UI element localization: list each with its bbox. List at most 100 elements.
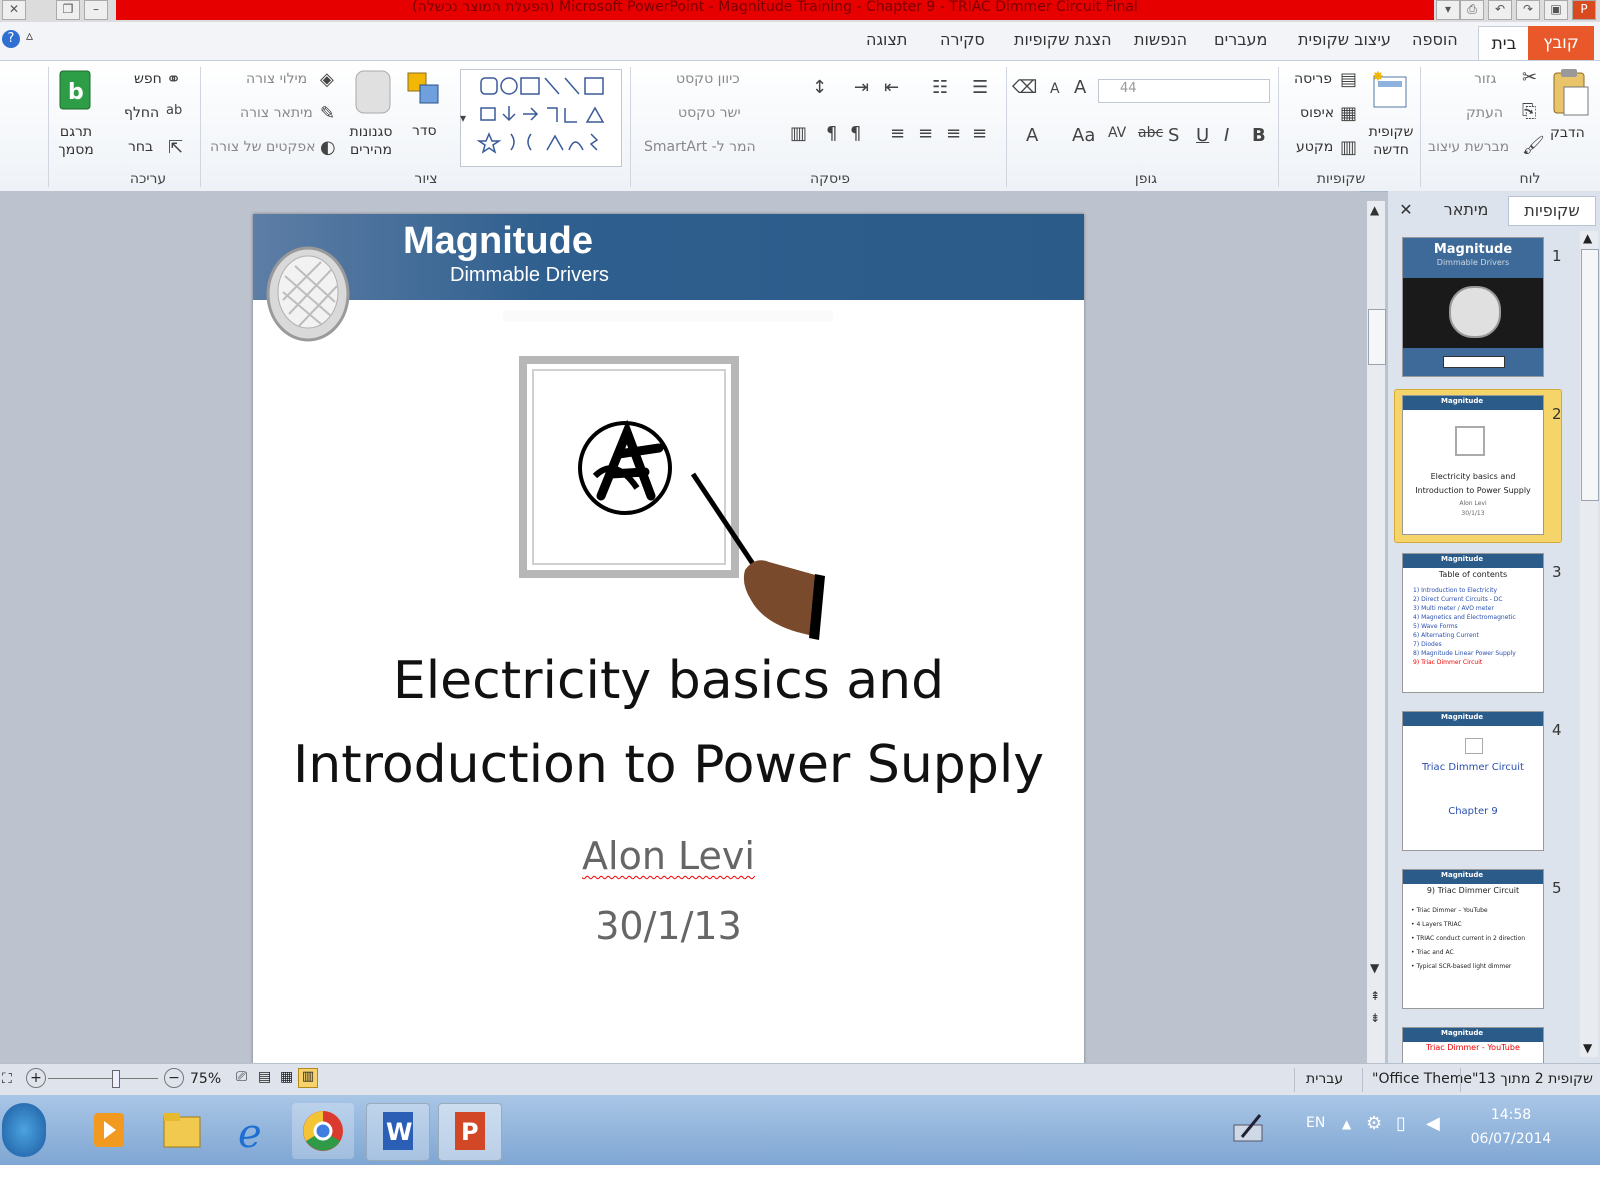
- zoom-slider-thumb[interactable]: [112, 1070, 120, 1088]
- rtl-icon[interactable]: ¶: [850, 123, 861, 144]
- text-direction-button[interactable]: כיוון טקסט: [676, 71, 740, 87]
- arrange-button[interactable]: סדר: [412, 123, 437, 139]
- clock-date[interactable]: 06/07/2014: [1466, 1131, 1556, 1147]
- find-button[interactable]: חפש: [134, 71, 162, 87]
- tab-insert[interactable]: הוספה: [1412, 30, 1458, 49]
- ltr-icon[interactable]: ¶: [826, 123, 837, 144]
- pane-scroll-up-icon[interactable]: ▲: [1583, 231, 1592, 245]
- bold-button[interactable]: B: [1252, 125, 1266, 146]
- reading-view-icon[interactable]: ▤: [258, 1069, 271, 1085]
- strikethrough-icon[interactable]: abc: [1138, 125, 1163, 141]
- undo-icon[interactable]: ↶: [1488, 0, 1512, 20]
- help-icon[interactable]: ?: [2, 30, 20, 48]
- align-text-button[interactable]: ישר טקסט: [678, 105, 741, 121]
- clear-format-icon[interactable]: ⌫: [1012, 77, 1037, 98]
- paste-button[interactable]: הדבק: [1550, 125, 1585, 141]
- shrink-font-icon[interactable]: A: [1050, 81, 1060, 97]
- internet-explorer-icon[interactable]: e: [222, 1103, 284, 1159]
- replace-button[interactable]: החלף: [124, 105, 159, 121]
- close-button[interactable]: ✕: [2, 0, 26, 20]
- reset-button[interactable]: איפוס: [1300, 105, 1334, 121]
- scroll-up-icon[interactable]: ▲: [1370, 203, 1379, 217]
- minimize-ribbon-icon[interactable]: ▵: [26, 28, 33, 44]
- customize-qat-icon[interactable]: ▾: [1436, 0, 1460, 20]
- clock-time[interactable]: 14:58: [1476, 1107, 1546, 1123]
- tab-slides-pane[interactable]: שקופיות: [1508, 196, 1596, 226]
- print-preview-icon[interactable]: ⎙: [1460, 0, 1484, 20]
- restore-button[interactable]: ❐: [56, 0, 80, 20]
- tab-outline-pane[interactable]: מיתאר: [1428, 196, 1504, 224]
- font-color-button[interactable]: A: [1026, 125, 1038, 146]
- tab-home[interactable]: בית: [1478, 26, 1530, 61]
- gallery-scroll-icon[interactable]: ▾: [460, 111, 466, 125]
- sorter-view-icon[interactable]: ▦: [280, 1069, 293, 1085]
- start-button-icon[interactable]: [2, 1103, 46, 1157]
- shapes-gallery[interactable]: [460, 69, 622, 167]
- numbering-icon[interactable]: ☷: [932, 77, 948, 98]
- previous-slide-icon[interactable]: ⇞: [1370, 989, 1380, 1003]
- show-hidden-icons-icon[interactable]: ▲: [1342, 1117, 1351, 1131]
- shadow-button[interactable]: S: [1168, 125, 1179, 146]
- input-language[interactable]: EN: [1306, 1115, 1325, 1131]
- redo-icon[interactable]: ↷: [1516, 0, 1540, 20]
- slide-thumbnail-4[interactable]: Magnitude Triac Dimmer Circuit Chapter 9…: [1402, 711, 1562, 851]
- slide-date[interactable]: 30/1/13: [253, 904, 1084, 948]
- paste-icon[interactable]: [1548, 67, 1592, 119]
- slide-thumbnail-5[interactable]: Magnitude 9) Triac Dimmer Circuit • Tria…: [1402, 869, 1562, 1009]
- slide-thumbnail-3[interactable]: Magnitude Table of contents 1) Introduct…: [1402, 553, 1562, 693]
- char-spacing-icon[interactable]: AV: [1108, 125, 1126, 141]
- volume-icon[interactable]: ◀: [1426, 1113, 1440, 1134]
- tab-view[interactable]: תצוגה: [866, 30, 907, 49]
- zoom-slider[interactable]: [48, 1078, 158, 1079]
- tab-animations[interactable]: הנפשות: [1134, 30, 1187, 49]
- normal-view-icon[interactable]: ▥: [298, 1068, 318, 1088]
- new-slide-button[interactable]: שקופית חדשה: [1364, 123, 1418, 159]
- fit-to-window-icon[interactable]: ⛶: [2, 1071, 12, 1087]
- pane-scroll-down-icon[interactable]: ▼: [1583, 1041, 1592, 1055]
- pane-scroll-thumb[interactable]: [1581, 249, 1599, 501]
- powerpoint-app-icon[interactable]: P: [1572, 0, 1596, 20]
- slide-title[interactable]: Electricity basics and Introduction to P…: [253, 639, 1084, 807]
- format-painter-button[interactable]: מברשת עיצוב: [1428, 139, 1509, 155]
- select-button[interactable]: בחר: [128, 139, 153, 155]
- align-justify-icon[interactable]: ≡: [972, 123, 987, 144]
- save-icon[interactable]: ▣: [1544, 0, 1568, 20]
- slide-thumbnail-1[interactable]: Magnitude Dimmable Drivers 1: [1402, 237, 1562, 377]
- change-case-button[interactable]: Aa: [1072, 125, 1095, 146]
- scroll-down-icon[interactable]: ▼: [1370, 961, 1379, 975]
- italic-button[interactable]: I: [1224, 125, 1229, 146]
- file-explorer-icon[interactable]: [150, 1103, 212, 1159]
- shape-effects-button[interactable]: אפקטים של צורה: [210, 139, 315, 155]
- zoom-in-icon[interactable]: +: [26, 1068, 46, 1088]
- shape-outline-button[interactable]: מיתאר צורה: [240, 105, 313, 121]
- arrange-icon[interactable]: [404, 67, 444, 113]
- align-right-icon[interactable]: ≡: [946, 123, 961, 144]
- powerpoint-taskbar-icon[interactable]: P: [438, 1103, 502, 1161]
- quick-styles-button[interactable]: סגנונות מהירים: [342, 123, 400, 159]
- align-center-icon[interactable]: ≡: [918, 123, 933, 144]
- columns-icon[interactable]: ▥: [790, 123, 807, 144]
- tab-design[interactable]: עיצוב שקופית: [1298, 30, 1391, 49]
- slide-canvas[interactable]: Magnitude Dimmable Drivers Electricity b…: [253, 214, 1084, 1064]
- tab-review[interactable]: סקירה: [940, 30, 985, 49]
- media-player-icon[interactable]: [78, 1103, 140, 1159]
- translate-document-icon[interactable]: b: [58, 69, 94, 113]
- minimize-button[interactable]: –: [84, 0, 108, 20]
- slide-thumbnail-2[interactable]: Magnitude Electricity basics and Introdu…: [1402, 395, 1562, 535]
- cut-button[interactable]: גזור: [1474, 71, 1496, 87]
- bullets-icon[interactable]: ☰: [972, 77, 988, 98]
- tab-transitions[interactable]: מעברים: [1214, 30, 1267, 49]
- translate-document-button[interactable]: תרגם מסמך: [56, 123, 96, 159]
- language-indicator[interactable]: עברית: [1306, 1071, 1343, 1087]
- slideshow-view-icon[interactable]: ⎚: [236, 1069, 247, 1085]
- slide-vertical-scrollbar[interactable]: ▲ ▼ ⇞ ⇟: [1367, 201, 1386, 1063]
- layout-button[interactable]: פריסה: [1294, 71, 1332, 87]
- quick-styles-icon[interactable]: [352, 67, 396, 117]
- underline-button[interactable]: U: [1196, 125, 1209, 146]
- pen-tablet-icon[interactable]: [1232, 1113, 1266, 1145]
- slide-author[interactable]: Alon Levi: [253, 834, 1084, 878]
- battery-icon[interactable]: ▯: [1396, 1113, 1406, 1134]
- next-slide-icon[interactable]: ⇟: [1370, 1011, 1380, 1025]
- new-slide-icon[interactable]: ✸: [1370, 69, 1410, 117]
- font-size-box[interactable]: 44: [1120, 81, 1162, 99]
